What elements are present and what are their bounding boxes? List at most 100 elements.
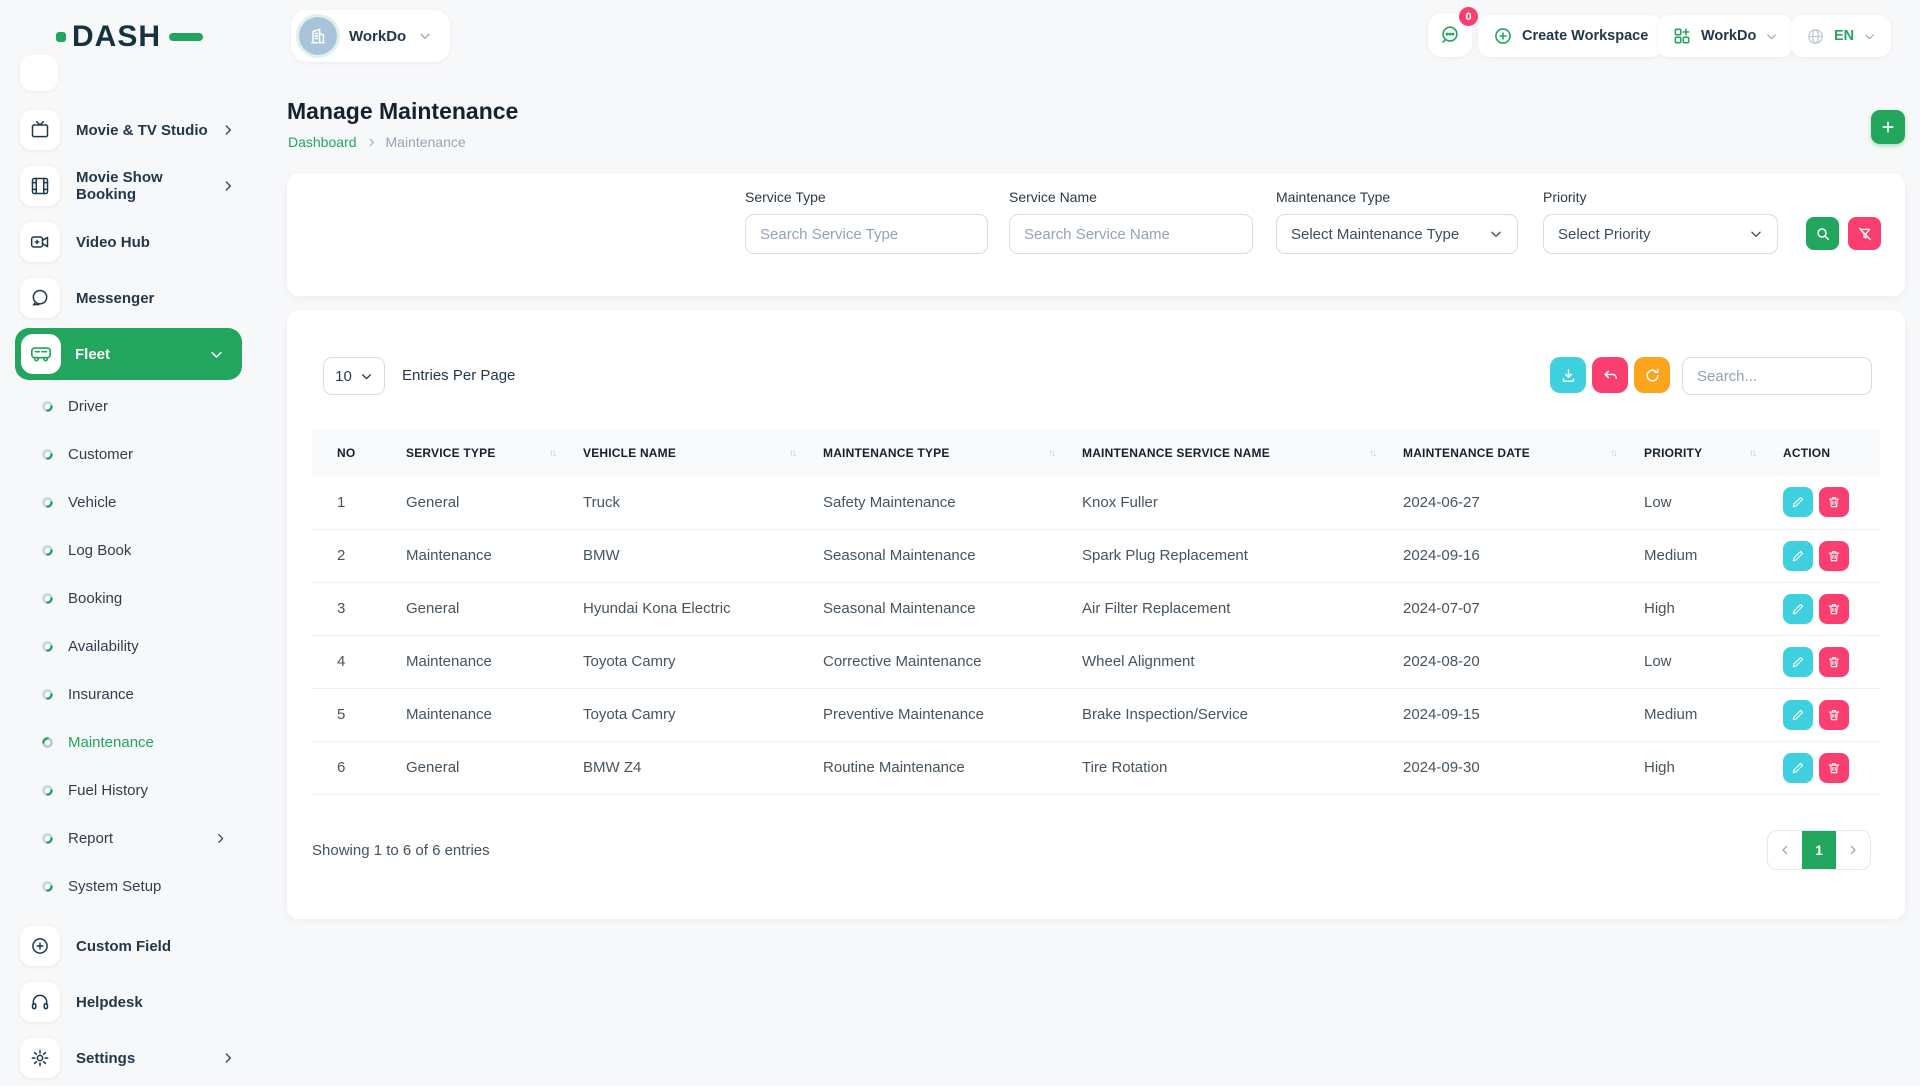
delete-button[interactable] bbox=[1819, 541, 1849, 571]
sidebar-subitem-insurance[interactable]: Insurance bbox=[0, 670, 257, 718]
edit-button[interactable] bbox=[1783, 541, 1813, 571]
filter-priority: Priority Select Priority bbox=[1543, 189, 1778, 254]
messages-button[interactable]: 0 bbox=[1428, 13, 1472, 57]
export-button[interactable] bbox=[1550, 357, 1586, 393]
cell-service-name: Wheel Alignment bbox=[1082, 635, 1403, 688]
sidebar-item-custom-field[interactable]: Custom Field bbox=[0, 918, 257, 974]
trash-icon bbox=[1827, 602, 1841, 616]
delete-button[interactable] bbox=[1819, 700, 1849, 730]
sidebar-item-settings[interactable]: Settings bbox=[0, 1030, 257, 1086]
workspace-selector[interactable]: WorkDo bbox=[291, 10, 450, 62]
priority-value: Select Priority bbox=[1558, 226, 1651, 243]
sidebar-item-helpdesk[interactable]: Helpdesk bbox=[0, 974, 257, 1030]
language-selector[interactable]: EN bbox=[1791, 15, 1891, 57]
service-name-input[interactable] bbox=[1009, 214, 1253, 254]
table-row: 1 General Truck Safety Maintenance Knox … bbox=[312, 476, 1880, 529]
edit-button[interactable] bbox=[1783, 594, 1813, 624]
chevron-down-icon bbox=[360, 370, 373, 383]
sidebar-subitem-log-book[interactable]: Log Book bbox=[0, 526, 257, 574]
breadcrumb-dashboard-link[interactable]: Dashboard bbox=[288, 134, 357, 150]
sort-icon[interactable]: ↑↓ bbox=[1369, 448, 1375, 459]
sidebar-subitem-report[interactable]: Report bbox=[0, 814, 257, 862]
cell-date: 2024-09-15 bbox=[1403, 688, 1644, 741]
maintenance-type-value: Select Maintenance Type bbox=[1291, 226, 1459, 243]
sidebar-subitem-maintenance[interactable]: Maintenance bbox=[0, 718, 257, 766]
edit-button[interactable] bbox=[1783, 487, 1813, 517]
apply-filters-button[interactable] bbox=[1806, 217, 1839, 250]
app-selector[interactable]: WorkDo bbox=[1657, 15, 1793, 57]
cell-priority: High bbox=[1644, 582, 1783, 635]
cell-service-name: Spark Plug Replacement bbox=[1082, 529, 1403, 582]
sidebar-subitem-driver[interactable]: Driver bbox=[0, 382, 257, 430]
sort-icon[interactable]: ↑↓ bbox=[1610, 448, 1616, 459]
filter-service-name: Service Name bbox=[1009, 189, 1253, 254]
edit-button[interactable] bbox=[1783, 700, 1813, 730]
sidebar-item-movie-tv-studio[interactable]: Movie & TV Studio bbox=[0, 102, 257, 158]
sort-icon[interactable]: ↑↓ bbox=[549, 448, 555, 459]
sidebar-toggle-button[interactable] bbox=[20, 55, 58, 91]
sidebar-item-label: Movie Show Booking bbox=[76, 169, 221, 203]
refresh-button[interactable] bbox=[1634, 357, 1670, 393]
entries-per-page-select[interactable]: 10 bbox=[323, 357, 385, 395]
sidebar-subitem-vehicle[interactable]: Vehicle bbox=[0, 478, 257, 526]
sidebar-subitem-label: Availability bbox=[68, 638, 227, 655]
delete-button[interactable] bbox=[1819, 594, 1849, 624]
workspace-avatar bbox=[299, 17, 337, 55]
donut-icon bbox=[41, 544, 54, 557]
sidebar-subitem-customer[interactable]: Customer bbox=[0, 430, 257, 478]
edit-button[interactable] bbox=[1783, 647, 1813, 677]
chevron-right-icon bbox=[1847, 844, 1859, 856]
sort-icon[interactable]: ↑↓ bbox=[1749, 448, 1755, 459]
delete-button[interactable] bbox=[1819, 647, 1849, 677]
sort-icon[interactable]: ↑↓ bbox=[789, 448, 795, 459]
column-maintenance-service-name[interactable]: MAINTENANCE SERVICE NAME↑↓ bbox=[1082, 430, 1403, 476]
column-maintenance-type[interactable]: MAINTENANCE TYPE↑↓ bbox=[823, 430, 1082, 476]
logo-dot-icon bbox=[56, 32, 66, 42]
create-workspace-button[interactable]: Create Workspace bbox=[1478, 15, 1663, 57]
donut-icon bbox=[41, 736, 54, 749]
delete-button[interactable] bbox=[1819, 487, 1849, 517]
priority-select[interactable]: Select Priority bbox=[1543, 214, 1778, 254]
undo-button[interactable] bbox=[1592, 357, 1628, 393]
column-priority[interactable]: PRIORITY↑↓ bbox=[1644, 430, 1783, 476]
cell-maintenance-type: Corrective Maintenance bbox=[823, 635, 1082, 688]
workspace-name: WorkDo bbox=[349, 28, 406, 45]
pagination-prev-button[interactable] bbox=[1768, 831, 1802, 869]
column-maintenance-date[interactable]: MAINTENANCE DATE↑↓ bbox=[1403, 430, 1644, 476]
sidebar-item-fleet[interactable]: Fleet bbox=[15, 328, 242, 380]
language-label: EN bbox=[1834, 28, 1854, 44]
sidebar-subitem-availability[interactable]: Availability bbox=[0, 622, 257, 670]
cell-priority: Low bbox=[1644, 635, 1783, 688]
delete-button[interactable] bbox=[1819, 753, 1849, 783]
sidebar-subitem-system-setup[interactable]: System Setup bbox=[0, 862, 257, 910]
add-maintenance-button[interactable] bbox=[1871, 110, 1905, 144]
edit-button[interactable] bbox=[1783, 753, 1813, 783]
cell-service-name: Tire Rotation bbox=[1082, 741, 1403, 794]
donut-icon bbox=[41, 448, 54, 461]
sidebar-item-messenger[interactable]: Messenger bbox=[0, 270, 257, 326]
chat-bubble-icon bbox=[1439, 24, 1461, 46]
sidebar-menu: Movie & TV Studio Movie Show Booking Vid… bbox=[0, 102, 257, 1086]
sort-icon[interactable]: ↑↓ bbox=[1048, 448, 1054, 459]
table-search-input[interactable] bbox=[1682, 357, 1872, 395]
plus-circle-icon bbox=[20, 926, 60, 966]
service-type-input[interactable] bbox=[745, 214, 988, 254]
maintenance-type-select[interactable]: Select Maintenance Type bbox=[1276, 214, 1518, 254]
cell-date: 2024-08-20 bbox=[1403, 635, 1644, 688]
column-service-type[interactable]: SERVICE TYPE↑↓ bbox=[406, 430, 583, 476]
sidebar-subitem-fuel-history[interactable]: Fuel History bbox=[0, 766, 257, 814]
pencil-icon bbox=[1791, 549, 1805, 563]
column-vehicle-name[interactable]: VEHICLE NAME↑↓ bbox=[583, 430, 823, 476]
cell-priority: Medium bbox=[1644, 688, 1783, 741]
pagination-page-1[interactable]: 1 bbox=[1802, 831, 1836, 869]
brand-logo[interactable]: DASH bbox=[56, 20, 203, 54]
sidebar-item-video-hub[interactable]: Video Hub bbox=[0, 214, 257, 270]
pagination-next-button[interactable] bbox=[1836, 831, 1870, 869]
trash-icon bbox=[1827, 495, 1841, 509]
clear-filters-button[interactable] bbox=[1848, 217, 1881, 250]
sidebar-item-movie-show-booking[interactable]: Movie Show Booking bbox=[0, 158, 257, 214]
column-action: ACTION bbox=[1783, 430, 1880, 476]
sidebar-subitem-booking[interactable]: Booking bbox=[0, 574, 257, 622]
cell-service-name: Knox Fuller bbox=[1082, 476, 1403, 529]
grid-plus-icon bbox=[1672, 26, 1692, 46]
